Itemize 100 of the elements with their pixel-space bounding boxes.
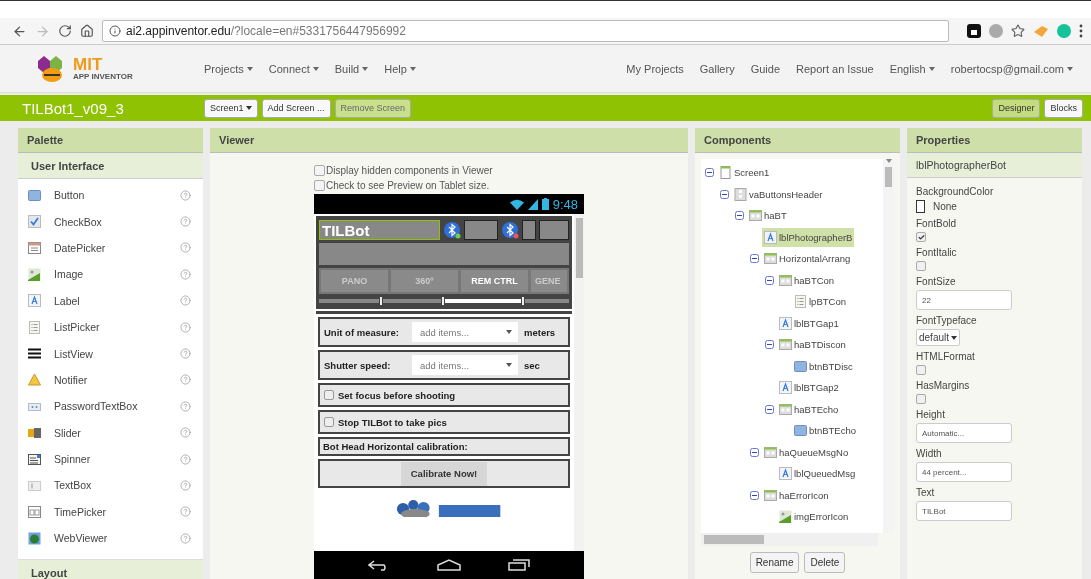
collapse-icon[interactable] (765, 340, 774, 350)
palette-item[interactable]: TimePicker (54, 505, 167, 518)
bookmark-star-icon[interactable] (1011, 24, 1025, 38)
menu-item[interactable]: Connect (260, 62, 327, 75)
address-bar[interactable]: ai2.appinventor.edu/?locale=en#5331756447956992 (102, 20, 949, 42)
reload-button[interactable] (58, 24, 72, 38)
scrollbar-thumb[interactable] (576, 218, 583, 278)
scrollbar[interactable] (574, 214, 584, 551)
property-field[interactable]: 44 percent... (916, 462, 1012, 482)
tree-item[interactable]: imgErrorIcon (777, 507, 851, 527)
collapse-icon[interactable] (765, 404, 774, 414)
dropdown[interactable]: add items... (412, 322, 518, 342)
scrollbar-thumb[interactable] (704, 535, 764, 544)
checkbox[interactable] (314, 165, 325, 176)
property-checkbox[interactable] (916, 365, 926, 375)
property-field[interactable]: Automatic... (916, 423, 1012, 443)
nav-link[interactable]: Guide (742, 62, 788, 75)
tree-item[interactable]: lblBTGap2 (777, 378, 841, 398)
property-checkbox[interactable] (916, 232, 926, 242)
tree-item[interactable]: lblPhotographerB (762, 227, 855, 247)
menu-item[interactable]: Projects (196, 62, 261, 75)
collapse-icon[interactable] (705, 168, 714, 178)
tree-item[interactable]: haBTDiscon (777, 335, 848, 355)
help-icon[interactable] (180, 480, 191, 491)
action-button[interactable]: Delete (804, 552, 846, 573)
help-icon[interactable] (180, 453, 191, 465)
property-checkbox[interactable] (916, 261, 926, 271)
help-icon[interactable] (180, 506, 191, 518)
palette-item[interactable]: TextBox (54, 479, 167, 492)
nav-link[interactable]: My Projects (618, 62, 692, 75)
extension-icon[interactable] (967, 24, 981, 38)
tree-item[interactable]: haBTCon (777, 270, 837, 290)
help-icon[interactable] (180, 216, 191, 228)
tree-item[interactable]: lblBTGap1 (777, 313, 841, 333)
tree-item[interactable]: HorizontalArrang (762, 249, 853, 269)
tree-item[interactable]: btnBTDisc (792, 356, 855, 376)
property-dropdown[interactable]: default (916, 329, 961, 346)
palette-item[interactable]: Button (54, 189, 167, 202)
collapse-icon[interactable] (750, 254, 759, 264)
property-checkbox[interactable] (916, 394, 926, 404)
tree-item[interactable]: haErrorIcon (762, 485, 831, 505)
forward-button[interactable] (35, 23, 50, 39)
section-header[interactable]: User Interface (18, 153, 203, 179)
help-icon[interactable] (180, 295, 191, 307)
palette-item[interactable]: Notifier (54, 373, 167, 386)
menu-item[interactable]: Help (376, 62, 424, 75)
collapse-icon[interactable] (750, 447, 759, 457)
action-button[interactable]: Rename (749, 552, 800, 573)
tree-item[interactable]: haBT (747, 206, 789, 226)
screen-dropdown[interactable]: Screen1 (204, 98, 258, 118)
help-icon[interactable] (180, 374, 191, 386)
account-menu[interactable]: robertocsp@gmail.com (942, 62, 1081, 75)
help-icon[interactable] (180, 242, 191, 254)
help-icon[interactable] (180, 268, 191, 280)
palette-item[interactable]: Spinner (54, 453, 167, 466)
tree-item[interactable]: vaButtonsHeader (732, 184, 825, 204)
help-icon[interactable] (180, 189, 191, 201)
tree-item[interactable]: haQueueMsgNo (762, 442, 851, 462)
help-icon[interactable] (180, 427, 191, 439)
palette-item[interactable]: CheckBox (54, 215, 167, 228)
tree-item[interactable]: lblQueuedMsg (777, 464, 858, 484)
tree-item[interactable]: lpBTCon (792, 292, 848, 312)
mode-tab[interactable]: Designer (992, 98, 1041, 118)
property-field[interactable]: 22 (916, 290, 1012, 310)
home-button[interactable] (80, 24, 94, 38)
palette-item[interactable]: PasswordTextBox (54, 400, 167, 413)
nav-link[interactable]: Gallery (691, 62, 743, 75)
collapse-icon[interactable] (720, 189, 729, 199)
palette-item[interactable]: ListPicker (54, 321, 167, 334)
help-icon[interactable] (180, 400, 191, 412)
checkbox[interactable] (324, 417, 334, 427)
help-icon[interactable] (180, 348, 191, 360)
collapse-icon[interactable] (735, 211, 744, 221)
section-header[interactable]: Layout (18, 560, 203, 579)
collapse-icon[interactable] (765, 275, 774, 285)
palette-item[interactable]: Label (54, 294, 167, 307)
palette-item[interactable]: Slider (54, 426, 167, 439)
palette-item[interactable]: WebViewer (54, 532, 167, 545)
help-icon[interactable] (180, 532, 191, 544)
dropdown[interactable]: add items... (412, 355, 518, 375)
toolbar-button[interactable]: Add Screen ... (261, 98, 331, 118)
calibrate-button[interactable]: Calibrate Now! (400, 461, 488, 486)
nav-link[interactable]: Report an Issue (788, 62, 882, 75)
mode-tab[interactable]: Blocks (1044, 98, 1083, 118)
recents-icon[interactable] (508, 559, 531, 571)
scrollbar-thumb[interactable] (885, 167, 892, 187)
tree-item[interactable]: Screen1 (717, 163, 772, 183)
scrollbar[interactable] (701, 533, 878, 546)
home-icon[interactable] (437, 559, 461, 571)
tree-item[interactable]: btnBTEcho (792, 421, 858, 441)
checkbox[interactable] (324, 390, 334, 400)
menu-icon[interactable] (1079, 24, 1083, 38)
menu-item[interactable]: Build (326, 62, 377, 75)
color-swatch[interactable] (916, 200, 925, 213)
tree-item[interactable]: haBTEcho (777, 399, 841, 419)
checkbox[interactable] (314, 180, 325, 191)
palette-item[interactable]: Image (54, 268, 167, 281)
collapse-icon[interactable] (750, 490, 759, 500)
help-icon[interactable] (180, 321, 191, 333)
palette-item[interactable]: DatePicker (54, 241, 167, 254)
